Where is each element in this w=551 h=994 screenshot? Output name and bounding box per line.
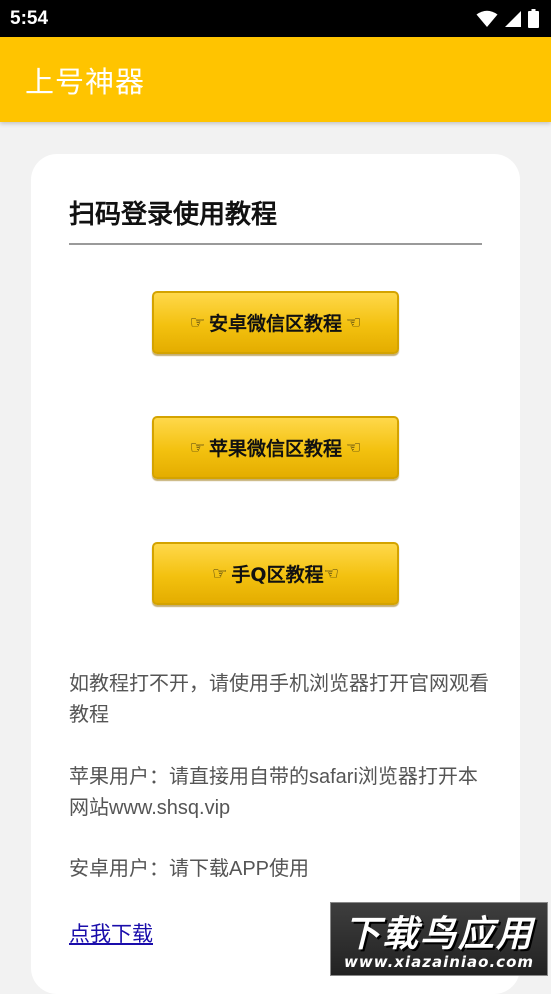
battery-icon [528,9,539,28]
info-android-text: 安卓用户：请下载APP使用 [69,858,310,880]
pointing-right-icon: ☞ [189,437,205,458]
status-icons [476,9,539,28]
qq-tutorial-button[interactable]: ☞ 手Q区教程 ☜ [152,542,399,605]
status-time: 5:54 [10,7,49,29]
card-title: 扫码登录使用教程 [69,200,278,230]
status-bar: 5:54 [0,0,551,37]
tutorial-card: 扫码登录使用教程 ☞ 安卓微信区教程 ☜ ☞ 苹果微信区教程 ☜ ☞ 手Q区教程… [31,154,520,994]
pointing-right-icon: ☞ [212,563,228,584]
watermark-logo: 下载鸟应用 www.xiazainiao.com [330,902,548,976]
signal-icon [505,10,521,27]
android-wechat-tutorial-button[interactable]: ☞ 安卓微信区教程 ☜ [152,291,399,354]
app-bar: 上号神器 [0,37,551,122]
button-label: 安卓微信区教程 [208,313,342,335]
ios-wechat-tutorial-button[interactable]: ☞ 苹果微信区教程 ☜ [152,416,399,479]
divider [69,243,482,245]
button-label: 手Q区教程 [231,564,324,586]
info-ios-text: 苹果用户：请直接用自带的safari浏览器打开本网站www.shsq.vip [69,766,478,819]
watermark-title: 下载鸟应用 [343,914,534,955]
watermark-url: www.xiazainiao.com [343,953,535,971]
button-label: 苹果微信区教程 [208,438,342,460]
wifi-icon [476,10,498,27]
app-title: 上号神器 [25,64,146,99]
pointing-left-icon: ☜ [323,563,339,584]
pointing-left-icon: ☜ [346,437,362,458]
pointing-right-icon: ☞ [189,312,205,333]
pointing-left-icon: ☜ [346,312,362,333]
download-link[interactable]: 点我下载 [69,918,153,948]
info-browser-text: 如教程打不开，请使用手机浏览器打开官网观看教程 [69,673,489,726]
